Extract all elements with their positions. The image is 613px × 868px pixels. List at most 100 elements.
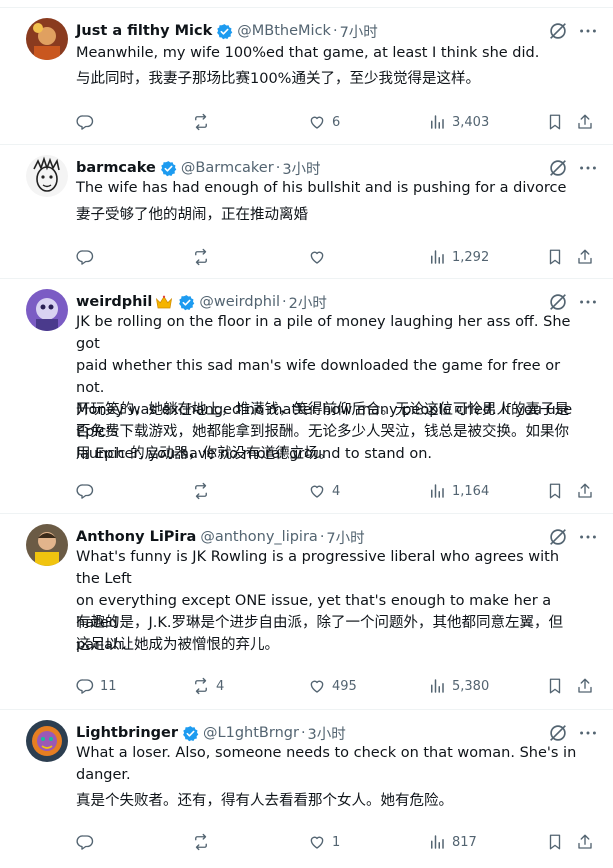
views-button[interactable]: 817 xyxy=(428,830,477,854)
bookmark-button[interactable] xyxy=(546,674,564,698)
separator-dot: · xyxy=(319,529,325,545)
avatar[interactable] xyxy=(26,720,68,762)
avatar[interactable] xyxy=(26,524,68,566)
reply-button[interactable]: 11 xyxy=(76,674,117,698)
timestamp[interactable]: 2小时 xyxy=(289,292,327,313)
timestamp[interactable]: 3小时 xyxy=(308,723,346,744)
views-button[interactable]: 1,292 xyxy=(428,245,489,269)
separator-dot: · xyxy=(282,294,287,310)
more-options-icon[interactable] xyxy=(577,157,599,179)
timestamp[interactable]: 7小时 xyxy=(326,527,364,548)
share-icon xyxy=(578,483,592,498)
share-button[interactable] xyxy=(576,674,594,698)
views-button[interactable]: 5,380 xyxy=(428,674,489,698)
tweet-text: Meanwhile, my wife 100%ed that game, at … xyxy=(76,45,540,61)
bookmark-icon xyxy=(549,483,561,499)
tweet[interactable]: Anthony LiPira @anthony_lipira · 7小时 Wha… xyxy=(0,514,613,710)
like-count: 4 xyxy=(332,483,341,499)
view-count: 3,403 xyxy=(452,114,490,130)
more-options-icon[interactable] xyxy=(577,722,599,744)
repost-button[interactable] xyxy=(192,245,216,269)
like-button[interactable]: 4 xyxy=(308,479,340,503)
bookmark-button[interactable] xyxy=(546,245,564,269)
tweet[interactable]: Just a filthy Mick @MBtheMick · 7小时 Mean… xyxy=(0,8,613,145)
grok-icon[interactable] xyxy=(547,722,569,744)
like-button[interactable]: 6 xyxy=(308,110,340,134)
user-handle[interactable]: @L1ghtBrngr xyxy=(203,725,299,741)
display-name[interactable]: Lightbringer xyxy=(76,725,178,741)
tweet-translation: 与此同时，我妻子那场比赛100%通关了，至少我觉得是这样。 xyxy=(76,71,480,87)
share-icon xyxy=(578,678,592,693)
repost-button[interactable] xyxy=(192,110,216,134)
avatar[interactable] xyxy=(26,18,68,60)
reply-button[interactable] xyxy=(76,479,100,503)
tweet-actions: 6 3,403 xyxy=(76,110,599,134)
display-name[interactable]: Just a filthy Mick xyxy=(76,23,212,39)
display-name[interactable]: barmcake xyxy=(76,160,156,176)
bookmark-button[interactable] xyxy=(546,479,564,503)
share-button[interactable] xyxy=(576,110,594,134)
like-button[interactable] xyxy=(308,245,332,269)
reply-button[interactable] xyxy=(76,245,100,269)
tweet-translation: 有趣的是，J.K.罗琳是个进步自由派，除了一个问题外，其他都同意左翼，但 这足以… xyxy=(76,615,564,653)
like-count: 6 xyxy=(332,114,341,130)
user-handle[interactable]: @weirdphil xyxy=(199,294,280,310)
repost-button[interactable] xyxy=(192,830,216,854)
display-name[interactable]: weirdphil xyxy=(76,294,152,310)
repost-icon xyxy=(195,113,207,131)
analytics-icon xyxy=(431,835,444,849)
repost-button[interactable]: 4 xyxy=(192,674,224,698)
views-button[interactable]: 3,403 xyxy=(428,110,489,134)
grok-icon[interactable] xyxy=(547,291,569,313)
bookmark-button[interactable] xyxy=(546,830,564,854)
timestamp[interactable]: 3小时 xyxy=(282,158,320,179)
more-options-icon[interactable] xyxy=(577,526,599,548)
repost-icon xyxy=(195,677,207,695)
tweet[interactable]: Lightbringer @L1ghtBrngr · 3小时 What a lo… xyxy=(0,710,613,868)
share-button[interactable] xyxy=(576,479,594,503)
tweet-header: Just a filthy Mick @MBtheMick · 7小时 xyxy=(76,20,573,42)
verified-badge-icon xyxy=(216,23,233,40)
tweet[interactable]: weirdphil @weirdphil · 2小时 JK be rolling… xyxy=(0,279,613,514)
crown-emoji-icon xyxy=(155,294,173,310)
display-name[interactable]: Anthony LiPira xyxy=(76,529,196,545)
tweet-translation: 妻子受够了他的胡闹，正在推动离婚 xyxy=(76,207,308,223)
reply-button[interactable] xyxy=(76,110,100,134)
analytics-icon xyxy=(431,484,444,498)
separator-dot: · xyxy=(275,160,281,176)
user-handle[interactable]: @MBtheMick xyxy=(237,23,331,39)
verified-badge-icon xyxy=(160,160,177,177)
tweet-header: Anthony LiPira @anthony_lipira · 7小时 xyxy=(76,526,573,548)
separator-dot: · xyxy=(300,725,306,741)
verified-badge-icon xyxy=(178,294,195,311)
user-handle[interactable]: @anthony_lipira xyxy=(200,529,317,545)
grok-icon[interactable] xyxy=(547,157,569,179)
share-button[interactable] xyxy=(576,830,594,854)
tweet-actions: 1,292 xyxy=(76,245,599,269)
bookmark-icon xyxy=(549,834,561,850)
avatar[interactable] xyxy=(26,289,68,331)
heart-icon xyxy=(310,680,324,693)
views-button[interactable]: 1,164 xyxy=(428,479,489,503)
more-options-icon[interactable] xyxy=(577,291,599,313)
more-options-icon[interactable] xyxy=(577,20,599,42)
tweet-header: weirdphil @weirdphil · 2小时 xyxy=(76,291,573,313)
grok-icon[interactable] xyxy=(547,526,569,548)
repost-icon xyxy=(195,482,207,500)
repost-count: 4 xyxy=(216,678,225,694)
reply-button[interactable] xyxy=(76,830,100,854)
user-handle[interactable]: @Barmcaker xyxy=(181,160,274,176)
like-button[interactable]: 1 xyxy=(308,830,340,854)
like-button[interactable]: 495 xyxy=(308,674,357,698)
timestamp[interactable]: 7小时 xyxy=(340,21,378,42)
view-count: 1,164 xyxy=(452,483,490,499)
grok-icon[interactable] xyxy=(547,20,569,42)
bookmark-icon xyxy=(549,114,561,130)
analytics-icon xyxy=(431,115,444,129)
tweet[interactable]: barmcake @Barmcaker · 3小时 The wife has h… xyxy=(0,145,613,279)
bookmark-button[interactable] xyxy=(546,110,564,134)
share-icon xyxy=(578,114,592,129)
repost-button[interactable] xyxy=(192,479,216,503)
avatar[interactable] xyxy=(26,155,68,197)
share-button[interactable] xyxy=(576,245,594,269)
